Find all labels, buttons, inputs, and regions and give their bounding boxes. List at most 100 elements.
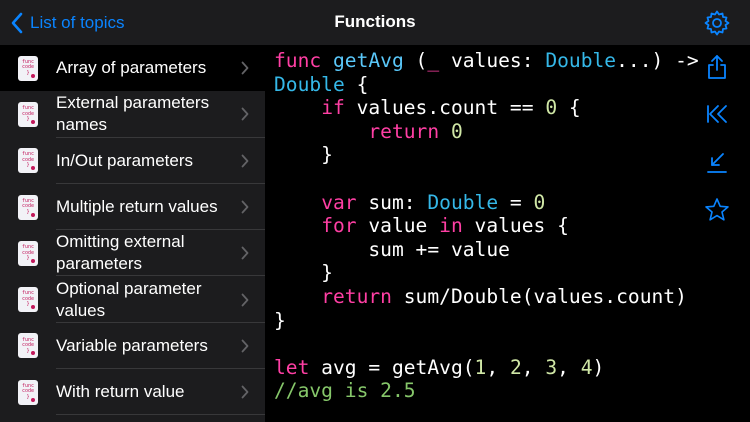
code-token: values.count == bbox=[344, 96, 546, 120]
thumbnail-dot bbox=[31, 212, 35, 217]
thumbnail-text: } bbox=[26, 69, 30, 76]
code-viewer: func getAvg (_ values: Double...) -> Doub… bbox=[274, 49, 699, 403]
code-token: { bbox=[557, 96, 581, 120]
code-token: 0 bbox=[533, 190, 546, 214]
code-thumbnail-icon: func code} bbox=[18, 194, 38, 220]
thumbnail-text: } bbox=[26, 162, 30, 169]
topic-label: External parameters names bbox=[56, 93, 210, 135]
code-line: } bbox=[274, 261, 699, 285]
topic-item[interactable]: func code} Variable parameters bbox=[0, 323, 265, 370]
code-token: return bbox=[368, 119, 440, 143]
topic-item[interactable]: func code} Optional parameter values bbox=[0, 276, 265, 323]
code-token: _ bbox=[427, 49, 440, 72]
chevron-right-icon bbox=[241, 385, 249, 399]
code-token: } bbox=[274, 308, 286, 332]
topic-item[interactable]: func code} External parameters names bbox=[0, 91, 265, 138]
code-line: func getAvg (_ values: Double...) -> bbox=[274, 49, 699, 73]
code-token: 0 bbox=[450, 119, 463, 143]
thumbnail-text: } bbox=[26, 301, 30, 308]
code-token: func bbox=[274, 49, 322, 72]
code-line: ​ bbox=[274, 167, 699, 191]
code-thumbnail-icon: func code} bbox=[18, 287, 38, 313]
code-token: //avg is 2.5 bbox=[274, 379, 416, 403]
chevron-right-icon bbox=[241, 154, 249, 168]
topic-label: Multiple return values bbox=[56, 197, 218, 217]
code-token: values: bbox=[439, 49, 546, 72]
code-thumbnail-icon: func code} bbox=[18, 240, 38, 266]
topic-item[interactable]: func code} Omitting external parameters bbox=[0, 230, 265, 277]
collapse-button[interactable] bbox=[700, 148, 734, 178]
thumbnail-text: } bbox=[26, 393, 30, 400]
code-token: = bbox=[498, 190, 534, 214]
code-line: let avg = getAvg(1, 2, 3, 4) bbox=[274, 356, 699, 380]
topic-item[interactable]: func code} Multiple return values bbox=[0, 184, 265, 231]
code-thumbnail-icon: func code} bbox=[18, 148, 38, 174]
favorite-button[interactable] bbox=[700, 195, 734, 225]
favorite-star-icon bbox=[705, 198, 729, 221]
code-token: if bbox=[321, 96, 345, 120]
topic-item[interactable]: func code} In/Out parameters bbox=[0, 138, 265, 184]
code-token: Double bbox=[274, 72, 345, 96]
code-token: let bbox=[274, 355, 310, 379]
topic-item[interactable]: func code} Array of parameters bbox=[0, 45, 265, 92]
share-icon bbox=[708, 55, 726, 79]
code-token: { bbox=[344, 72, 369, 96]
code-token: sum/Double(values.count) bbox=[391, 284, 687, 308]
code-token: } bbox=[274, 261, 333, 285]
code-line: sum += value bbox=[274, 238, 699, 262]
code-token: ( bbox=[403, 49, 428, 72]
code-token: values { bbox=[462, 214, 569, 238]
code-token: Double bbox=[427, 190, 499, 214]
jump-to-start-button[interactable] bbox=[700, 99, 734, 129]
thumbnail-dot bbox=[31, 119, 35, 124]
code-line: } bbox=[274, 143, 699, 167]
thumbnail-dot bbox=[31, 73, 35, 78]
share-button[interactable] bbox=[700, 52, 734, 82]
code-line: for value in values { bbox=[274, 214, 699, 238]
collapse-icon bbox=[707, 153, 727, 173]
settings-gear-icon[interactable] bbox=[704, 10, 730, 36]
thumbnail-text: } bbox=[26, 255, 30, 262]
code-token: 4 bbox=[580, 355, 593, 379]
code-line: ​ bbox=[274, 332, 699, 356]
thumbnail-text: } bbox=[26, 208, 30, 215]
navigation-bar: List of topics Functions bbox=[0, 0, 750, 45]
code-thumbnail-icon: func code} bbox=[18, 55, 38, 81]
thumbnail-dot bbox=[31, 166, 35, 171]
topic-list: func code} Array of parameters func code} Ext… bbox=[0, 45, 265, 422]
code-token: 2 bbox=[509, 355, 522, 379]
chevron-right-icon bbox=[241, 108, 249, 121]
code-line: return sum/Double(values.count) bbox=[274, 285, 699, 309]
code-token: } bbox=[274, 143, 333, 167]
topic-item[interactable]: func code} With return value bbox=[0, 369, 265, 416]
code-token: value bbox=[356, 214, 440, 238]
code-token: sum += value bbox=[274, 237, 510, 261]
thumbnail-dot bbox=[31, 305, 35, 310]
code-token: for bbox=[321, 214, 357, 238]
code-line: return 0 bbox=[274, 120, 699, 144]
chevron-right-icon bbox=[241, 339, 249, 353]
code-token: 1 bbox=[474, 355, 487, 379]
code-token: , bbox=[521, 355, 546, 379]
thumbnail-dot bbox=[31, 258, 35, 263]
topic-label: Array of parameters bbox=[56, 58, 207, 78]
thumbnail-dot bbox=[31, 397, 35, 402]
code-token: ) bbox=[592, 355, 605, 379]
topic-label: In/Out parameters bbox=[56, 150, 194, 170]
page-title: Functions bbox=[334, 12, 416, 31]
code-token: 3 bbox=[545, 355, 558, 379]
code-thumbnail-icon: func code} bbox=[18, 101, 38, 127]
code-token: in bbox=[439, 214, 463, 238]
thumbnail-dot bbox=[31, 351, 35, 356]
topic-label: Optional parameter values bbox=[56, 278, 202, 320]
code-thumbnail-icon: func code} bbox=[18, 333, 38, 359]
topic-label: Omitting external parameters bbox=[56, 232, 185, 274]
code-line: //avg is 2.5 bbox=[274, 379, 699, 403]
code-token: return bbox=[321, 284, 392, 308]
